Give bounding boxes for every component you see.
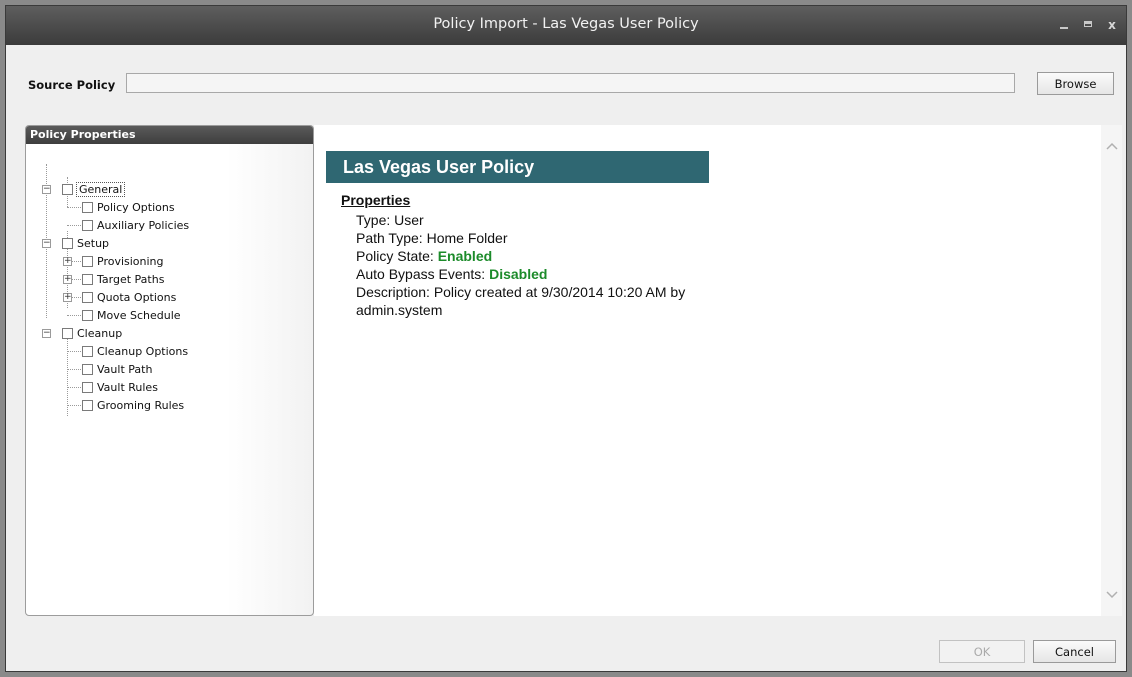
expand-provisioning-icon[interactable]: + xyxy=(63,257,72,266)
auto-bypass-label: Auto Bypass Events: xyxy=(356,266,490,282)
setup-checkbox[interactable] xyxy=(62,237,73,249)
expand-target-paths-icon[interactable]: + xyxy=(63,275,72,284)
title-bar[interactable]: Policy Import - Las Vegas User Policy x xyxy=(6,6,1126,45)
scroll-up-icon[interactable] xyxy=(1106,142,1118,152)
policy-options-checkbox[interactable] xyxy=(82,201,93,213)
description-row: Description: Policy created at 9/30/2014… xyxy=(356,283,726,319)
tree-label-provisioning: Provisioning xyxy=(97,254,164,268)
tree-label-general: General xyxy=(76,181,126,197)
tree-node-setup[interactable]: Setup xyxy=(62,235,109,251)
vault-path-checkbox[interactable] xyxy=(82,363,93,375)
tree-label-move-schedule: Move Schedule xyxy=(97,308,181,322)
path-type-label: Path Type: xyxy=(356,230,427,246)
tree-label-quota-options: Quota Options xyxy=(97,290,177,304)
policy-name-banner: Las Vegas User Policy xyxy=(326,151,709,183)
policy-import-dialog: Policy Import - Las Vegas User Policy x … xyxy=(5,5,1127,672)
tree-label-cleanup-options: Cleanup Options xyxy=(97,344,189,358)
tree-node-cleanup-options[interactable]: Cleanup Options xyxy=(82,343,188,359)
browse-button[interactable]: Browse xyxy=(1037,72,1114,95)
collapse-cleanup-icon[interactable]: − xyxy=(42,329,51,338)
policy-properties-header: Policy Properties xyxy=(26,126,313,144)
policy-details-pane: Las Vegas User Policy Properties Type: U… xyxy=(314,125,1101,616)
tree-node-provisioning[interactable]: Provisioning xyxy=(82,253,164,269)
target-paths-checkbox[interactable] xyxy=(82,273,93,285)
scroll-down-icon[interactable] xyxy=(1106,591,1118,601)
details-scrollbar[interactable] xyxy=(1101,125,1122,616)
tree-node-target-paths[interactable]: Target Paths xyxy=(82,271,164,287)
tree-label-auxiliary-policies: Auxiliary Policies xyxy=(97,218,190,232)
policy-state-label: Policy State: xyxy=(356,248,438,264)
policy-state-row: Policy State: Enabled xyxy=(356,247,726,265)
minimize-button[interactable] xyxy=(1058,18,1070,32)
tree-node-move-schedule[interactable]: Move Schedule xyxy=(82,307,181,323)
policy-state-value: Enabled xyxy=(437,248,493,264)
collapse-setup-icon[interactable]: − xyxy=(42,239,51,248)
cancel-button[interactable]: Cancel xyxy=(1033,640,1116,663)
quota-options-checkbox[interactable] xyxy=(82,291,93,303)
properties-heading: Properties xyxy=(341,192,411,208)
cleanup-checkbox[interactable] xyxy=(62,327,73,339)
provisioning-checkbox[interactable] xyxy=(82,255,93,267)
policy-properties-panel: Policy Properties − General Policy Optio… xyxy=(25,125,314,616)
tree-node-auxiliary-policies[interactable]: Auxiliary Policies xyxy=(82,217,189,233)
type-value: User xyxy=(394,212,424,228)
description-label: Description: xyxy=(356,284,434,300)
grooming-rules-checkbox[interactable] xyxy=(82,399,93,411)
maximize-button[interactable] xyxy=(1082,18,1094,32)
tree-label-grooming-rules: Grooming Rules xyxy=(97,398,185,412)
tree-node-vault-path[interactable]: Vault Path xyxy=(82,361,152,377)
collapse-general-icon[interactable]: − xyxy=(42,185,51,194)
path-type-row: Path Type: Home Folder xyxy=(356,229,726,247)
source-policy-label: Source Policy xyxy=(28,78,116,92)
auto-bypass-row: Auto Bypass Events: Disabled xyxy=(356,265,726,283)
cleanup-options-checkbox[interactable] xyxy=(82,345,93,357)
tree-node-policy-options[interactable]: Policy Options xyxy=(82,199,175,215)
tree-label-vault-rules: Vault Rules xyxy=(97,380,158,394)
type-label: Type: xyxy=(356,212,395,228)
move-schedule-checkbox[interactable] xyxy=(82,309,93,321)
tree-node-grooming-rules[interactable]: Grooming Rules xyxy=(82,397,184,413)
tree-node-cleanup[interactable]: Cleanup xyxy=(62,325,122,341)
tree-label-cleanup: Cleanup xyxy=(77,326,123,340)
expand-quota-options-icon[interactable]: + xyxy=(63,293,72,302)
auto-bypass-value: Disabled xyxy=(489,266,548,282)
tree-node-quota-options[interactable]: Quota Options xyxy=(82,289,176,305)
tree-label-target-paths: Target Paths xyxy=(97,272,165,286)
close-button[interactable]: x xyxy=(1106,18,1118,32)
tree-node-vault-rules[interactable]: Vault Rules xyxy=(82,379,158,395)
auxiliary-policies-checkbox[interactable] xyxy=(82,219,93,231)
path-type-value: Home Folder xyxy=(426,230,508,246)
tree-node-general[interactable]: General xyxy=(62,181,126,197)
window-title: Policy Import - Las Vegas User Policy xyxy=(433,16,699,32)
vault-rules-checkbox[interactable] xyxy=(82,381,93,393)
properties-section: Properties Type: User Path Type: Home Fo… xyxy=(341,192,726,319)
ok-button[interactable]: OK xyxy=(939,640,1025,663)
type-row: Type: User xyxy=(356,211,726,229)
general-checkbox[interactable] xyxy=(62,183,73,195)
tree-label-policy-options: Policy Options xyxy=(97,200,175,214)
tree-label-vault-path: Vault Path xyxy=(97,362,153,376)
tree-label-setup: Setup xyxy=(77,236,110,250)
source-policy-input[interactable] xyxy=(126,73,1015,93)
